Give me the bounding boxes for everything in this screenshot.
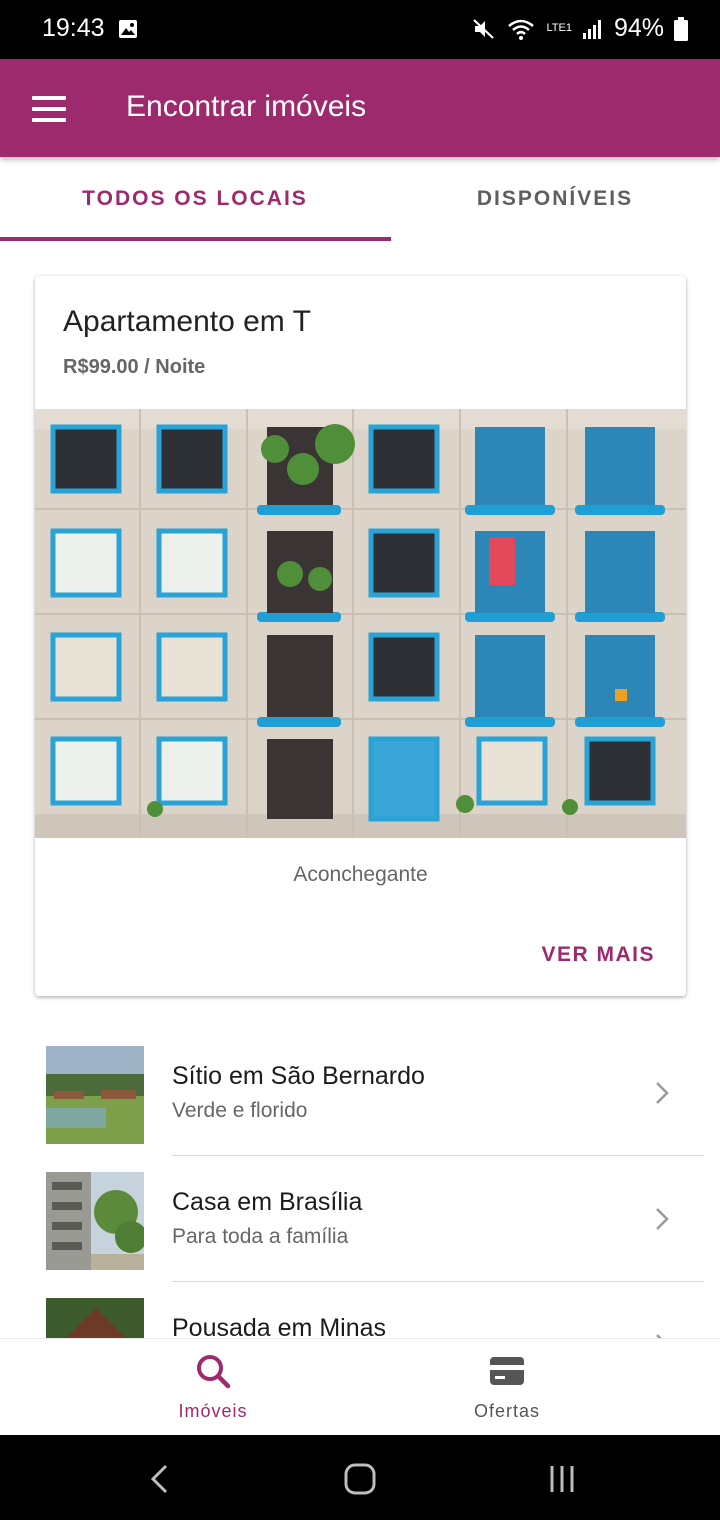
battery-percent: 94% xyxy=(613,14,664,42)
tab-indicator xyxy=(0,237,391,241)
featured-description: Aconchegante xyxy=(293,863,428,886)
system-nav-bar xyxy=(0,1435,720,1520)
home-icon[interactable] xyxy=(343,1463,377,1495)
search-icon xyxy=(197,1355,231,1389)
network-label: LTE1 xyxy=(546,22,572,34)
back-icon[interactable] xyxy=(148,1463,172,1495)
listing-subtitle: Verde e florido xyxy=(172,1099,308,1122)
see-more-button[interactable]: VER MAIS xyxy=(541,943,655,967)
status-bar: 19:43 LTE1 94% xyxy=(0,0,720,59)
card-icon xyxy=(490,1357,524,1385)
listing-thumbnail xyxy=(46,1172,144,1270)
app-bar: Encontrar imóveis xyxy=(0,59,720,157)
listing-list: Sítio em São Bernardo Verde e florido Ca… xyxy=(0,1030,720,1338)
tab-all-locations[interactable]: TODOS OS LOCAIS xyxy=(0,157,390,241)
nav-ofertas[interactable]: Ofertas xyxy=(327,1339,687,1436)
signal-icon xyxy=(582,19,601,39)
featured-card[interactable]: Apartamento em T R$99.00 / Noite Aconche… xyxy=(35,276,686,996)
tab-available[interactable]: DISPONÍVEIS xyxy=(360,157,720,241)
list-item[interactable]: Casa em Brasília Para toda a família xyxy=(0,1156,720,1282)
status-time: 19:43 xyxy=(42,14,105,42)
listing-title: Pousada em Minas xyxy=(172,1314,387,1338)
featured-price: R$99.00 / Noite xyxy=(63,356,206,378)
battery-icon xyxy=(674,16,688,41)
featured-title: Apartamento em T xyxy=(63,305,311,338)
menu-icon[interactable] xyxy=(32,96,66,122)
listing-title: Casa em Brasília xyxy=(172,1188,363,1216)
listing-thumbnail xyxy=(46,1298,144,1338)
status-icons: LTE1 94% xyxy=(472,14,688,43)
recents-icon[interactable] xyxy=(546,1463,578,1495)
chevron-right-icon xyxy=(656,1208,669,1230)
bottom-nav: Imóveis Ofertas xyxy=(0,1338,720,1436)
mute-icon xyxy=(473,18,495,39)
list-item[interactable]: Sítio em São Bernardo Verde e florido xyxy=(0,1030,720,1156)
wifi-icon xyxy=(508,19,535,40)
chevron-right-icon xyxy=(656,1082,669,1104)
featured-image xyxy=(35,409,686,838)
listing-thumbnail xyxy=(46,1046,144,1144)
page-title: Encontrar imóveis xyxy=(126,90,367,123)
listing-title: Sítio em São Bernardo xyxy=(172,1062,425,1090)
list-item[interactable]: Pousada em Minas xyxy=(0,1282,720,1338)
nav-label: Ofertas xyxy=(473,1401,541,1421)
listing-subtitle: Para toda a família xyxy=(172,1225,349,1248)
gallery-icon xyxy=(119,20,137,38)
tab-bar: TODOS OS LOCAIS DISPONÍVEIS xyxy=(0,157,720,241)
